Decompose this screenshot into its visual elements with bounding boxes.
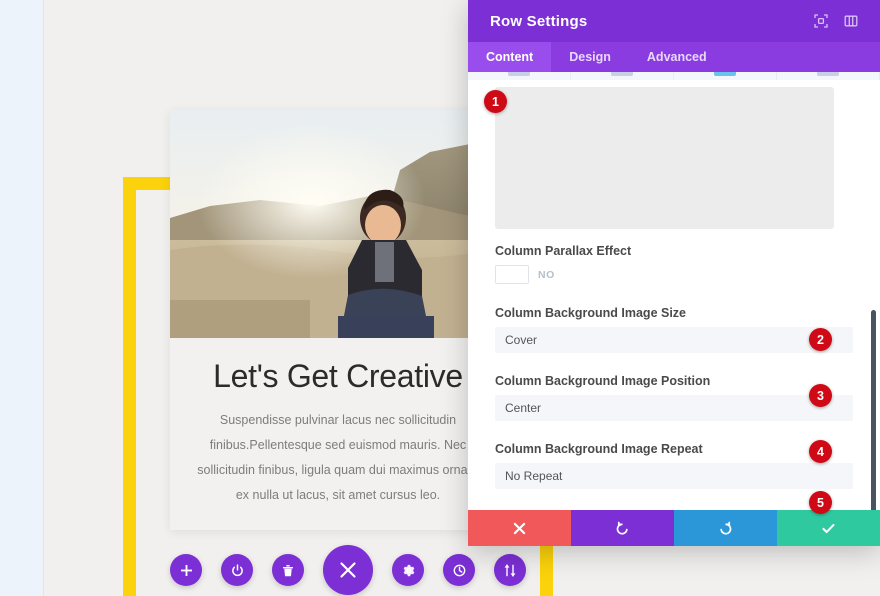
annotation-badge-5: 5: [809, 491, 832, 514]
hero-section: Let's Get Creative Suspendisse pulvinar …: [170, 110, 506, 530]
sort-updown-icon: [504, 563, 516, 577]
settings-button[interactable]: [392, 554, 424, 586]
tab-design[interactable]: Design: [551, 42, 629, 72]
builder-toolbar: [170, 545, 526, 595]
page-title: Let's Get Creative: [213, 358, 463, 394]
field-label: Column Background Image Repeat: [495, 442, 703, 456]
field-label: Column Parallax Effect: [495, 244, 632, 258]
delete-button[interactable]: [272, 554, 304, 586]
layout-panel-icon[interactable]: [840, 10, 862, 32]
hero-paragraph: Suspendisse pulvinar lacus nec sollicitu…: [197, 412, 479, 502]
field-label: Column Background Image Size: [495, 306, 687, 320]
parallax-toggle-value: NO: [538, 268, 555, 281]
hero-photo: [170, 110, 506, 338]
save-button[interactable]: [777, 510, 880, 546]
annotation-badge-1: 1: [484, 90, 507, 113]
parallax-toggle[interactable]: [495, 265, 529, 284]
field-label: Column Background Image Position: [495, 374, 711, 388]
control-cell[interactable]: [468, 72, 571, 80]
field-column-background-image-position: Column Background Image Position Center: [495, 374, 853, 421]
trash-icon: [282, 564, 294, 577]
annotation-badge-3: 3: [809, 384, 832, 407]
control-cell-selected[interactable]: [674, 72, 777, 80]
undo-arrow-icon: [615, 521, 630, 536]
focus-target-icon[interactable]: [810, 10, 832, 32]
history-button[interactable]: [443, 554, 475, 586]
background-image-size-select[interactable]: Cover: [495, 327, 853, 353]
viewport-gutter: [0, 0, 43, 596]
annotation-badge-4: 4: [809, 440, 832, 463]
field-column-parallax-effect: Column Parallax Effect NO: [495, 244, 853, 284]
modal-tab-bar: Content Design Advanced: [468, 42, 880, 72]
modal-action-bar: [468, 510, 880, 546]
field-column-background-image-repeat: Column Background Image Repeat No Repeat: [495, 442, 853, 489]
toggle-visibility-button[interactable]: [221, 554, 253, 586]
screen: Let's Get Creative Suspendisse pulvinar …: [0, 0, 880, 596]
undo-button[interactable]: [571, 510, 674, 546]
modal-scrollbar-thumb[interactable]: [871, 310, 876, 510]
plus-icon: [180, 564, 192, 576]
cancel-button[interactable]: [468, 510, 571, 546]
check-icon: [821, 521, 836, 536]
hero-text-block: Let's Get Creative Suspendisse pulvinar …: [170, 338, 506, 530]
tab-advanced[interactable]: Advanced: [629, 42, 725, 72]
control-cell[interactable]: [777, 72, 880, 80]
canvas-edge-line: [43, 0, 44, 596]
control-cell[interactable]: [571, 72, 674, 80]
tab-content[interactable]: Content: [468, 42, 552, 72]
row-settings-modal: Row Settings Content Design Advanced Col…: [468, 0, 880, 546]
truncated-control-row: [468, 72, 880, 80]
field-column-background-image-size: Column Background Image Size Cover: [495, 306, 853, 353]
close-x-icon: [339, 561, 357, 579]
column-background-image-preview[interactable]: [495, 87, 834, 229]
modal-title: Row Settings: [490, 12, 588, 30]
settings-fields: Column Parallax Effect NO Column Backgro…: [468, 244, 880, 510]
power-icon: [231, 563, 244, 577]
annotation-badge-2: 2: [809, 328, 832, 351]
close-builder-button[interactable]: [323, 545, 373, 595]
add-module-button[interactable]: [170, 554, 202, 586]
background-image-repeat-select[interactable]: No Repeat: [495, 463, 853, 489]
modal-header: Row Settings: [468, 0, 880, 42]
redo-button[interactable]: [674, 510, 777, 546]
reorder-button[interactable]: [494, 554, 526, 586]
gear-icon: [402, 564, 415, 577]
close-x-icon: [513, 522, 526, 535]
clock-icon: [453, 564, 466, 577]
redo-arrow-icon: [718, 521, 733, 536]
background-image-position-select[interactable]: Center: [495, 395, 853, 421]
